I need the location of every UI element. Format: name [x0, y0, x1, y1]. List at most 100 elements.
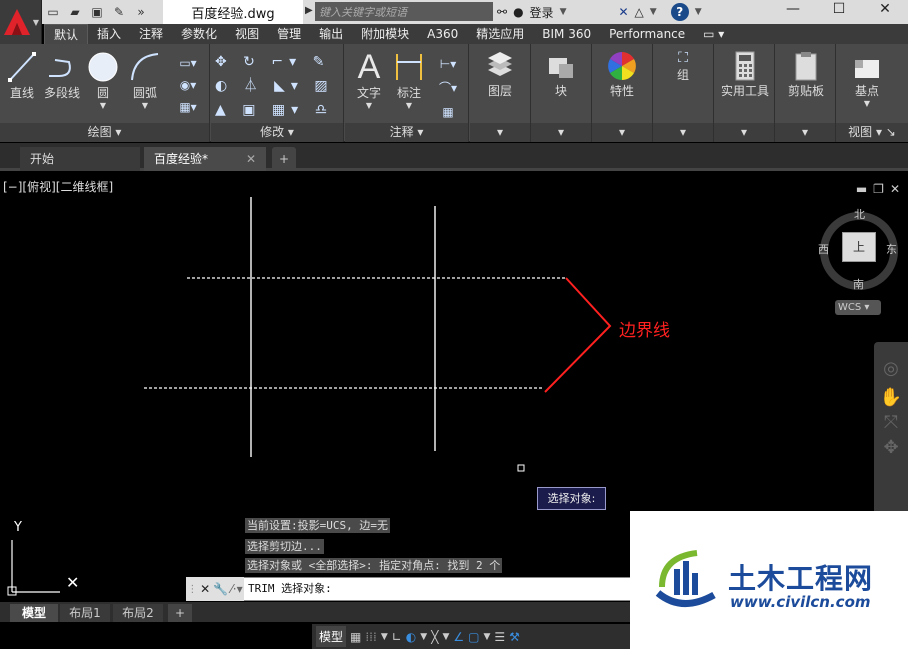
file-tab-start[interactable]: 开始: [20, 147, 140, 171]
chevron-down-icon[interactable]: ▼: [650, 7, 657, 17]
restore-icon[interactable]: ❐: [873, 182, 884, 196]
clipboard-button[interactable]: 剪贴板: [779, 50, 833, 99]
command-prompt-icon[interactable]: ⁄·▾: [231, 582, 243, 596]
save-as-icon[interactable]: ✎: [110, 4, 128, 20]
maximize-icon[interactable]: ☐: [816, 0, 862, 20]
chevron-down-icon[interactable]: ▼: [442, 632, 449, 642]
close-icon[interactable]: ✕: [200, 582, 210, 596]
line-button[interactable]: 直线: [4, 50, 40, 101]
wrench-icon[interactable]: 🔧: [213, 582, 228, 596]
view-panel-title[interactable]: 视图 ▾ ↘: [836, 123, 908, 142]
tab-manage[interactable]: 管理: [268, 24, 310, 44]
properties-panel-expand[interactable]: ▾: [592, 123, 652, 142]
steering-wheel-icon[interactable]: ◎: [874, 358, 908, 379]
chevron-down-icon[interactable]: ▼: [846, 99, 888, 108]
exchange-icon[interactable]: ✕: [618, 5, 628, 19]
chevron-down-icon[interactable]: ▼: [420, 632, 427, 642]
chevron-down-icon[interactable]: ▼: [695, 7, 702, 17]
polyline-button[interactable]: 多段线: [42, 50, 82, 101]
wcs-menu[interactable]: WCS ▾: [835, 300, 881, 315]
viewcube-east[interactable]: 东: [886, 241, 897, 257]
a360-icon[interactable]: △: [635, 5, 644, 19]
zoom-extents-icon[interactable]: ⤧: [874, 412, 908, 433]
modify-panel-title[interactable]: 修改 ▾: [211, 123, 343, 142]
annotation-panel-title[interactable]: 注释 ▾: [345, 123, 468, 142]
minimize-icon[interactable]: ▬: [856, 182, 867, 196]
chevron-down-icon[interactable]: ▼: [86, 101, 120, 110]
layout-tab-1[interactable]: 布局1: [60, 604, 110, 622]
tab-bim360[interactable]: BIM 360: [533, 24, 600, 44]
tab-default[interactable]: 默认: [44, 24, 89, 44]
circle-button[interactable]: 圆 ▼: [86, 50, 120, 110]
chevron-down-icon[interactable]: ▼: [381, 632, 388, 642]
chevron-down-icon[interactable]: ▼: [126, 101, 164, 110]
minimize-icon[interactable]: —: [770, 0, 816, 20]
layout-tab-model[interactable]: 模型: [10, 604, 58, 622]
group-button[interactable]: ⛶ 组: [661, 50, 705, 83]
add-layout-button[interactable]: +: [168, 604, 192, 622]
draw-panel-title[interactable]: 绘图 ▾: [0, 123, 209, 142]
pan-icon[interactable]: ✋: [874, 387, 908, 408]
polar-tracking-icon[interactable]: ◐: [406, 630, 416, 644]
snap-icon[interactable]: ⁞⁞⁞: [365, 630, 376, 644]
save-icon[interactable]: ▣: [88, 4, 106, 20]
open-folder-icon[interactable]: ▰: [66, 4, 84, 20]
search-input[interactable]: 键入关键字或短语: [315, 2, 493, 21]
ortho-icon[interactable]: ∟: [392, 630, 402, 644]
close-icon[interactable]: ✕: [890, 182, 900, 196]
viewport-controls-label[interactable]: [−][俯视][二维线框]: [3, 178, 113, 195]
tab-output[interactable]: 输出: [310, 24, 352, 44]
close-icon[interactable]: ✕: [246, 147, 256, 171]
annotation-small-tools[interactable]: ⊢▾ ⌒▾ ▦: [433, 52, 463, 124]
object-snap-tracking-icon[interactable]: ∠: [453, 630, 464, 644]
more-icon[interactable]: »: [132, 4, 150, 20]
new-file-icon[interactable]: ▭: [44, 4, 62, 20]
file-tab-current[interactable]: 百度经验* ✕: [144, 147, 266, 171]
layout-tab-2[interactable]: 布局2: [113, 604, 163, 622]
modify-tools[interactable]: ✥ ↻ ⌐▾ ✎ ◐ ⏃ ◣▾ ▨ ▲ ▣ ▦▾ ♎: [215, 50, 341, 122]
dimension-button[interactable]: 标注 ▼: [391, 50, 427, 110]
viewcube-north[interactable]: 北: [854, 206, 865, 222]
block-button[interactable]: 块: [539, 50, 583, 99]
tab-parametric[interactable]: 参数化: [172, 24, 226, 44]
utilities-button[interactable]: 实用工具: [716, 50, 774, 99]
layers-panel-expand[interactable]: ▾: [470, 123, 530, 142]
layers-button[interactable]: 图层: [478, 50, 522, 99]
viewcube-south[interactable]: 南: [853, 276, 864, 292]
tab-insert[interactable]: 插入: [88, 24, 130, 44]
orbit-icon[interactable]: ✥: [874, 437, 908, 458]
isodraft-icon[interactable]: ╳: [431, 630, 438, 644]
draw-small-tools[interactable]: ▭▾ ◉▾ ▦▾: [170, 52, 206, 118]
clipboard-panel-expand[interactable]: ▾: [775, 123, 835, 142]
tab-annotate[interactable]: 注释: [130, 24, 172, 44]
tab-view[interactable]: 视图: [226, 24, 268, 44]
object-snap-icon[interactable]: ▢: [468, 630, 479, 644]
close-icon[interactable]: ✕: [862, 0, 908, 20]
groups-panel-expand[interactable]: ▾: [653, 123, 713, 142]
model-space-button[interactable]: 模型: [316, 626, 347, 647]
block-panel-expand[interactable]: ▾: [531, 123, 591, 142]
drag-handle-icon[interactable]: ⋮: [187, 584, 197, 595]
viewcube-west[interactable]: 西: [818, 241, 829, 257]
grid-icon[interactable]: ▦: [350, 630, 361, 644]
binoculars-icon[interactable]: ⚯: [497, 5, 507, 19]
chevron-down-icon[interactable]: ▼: [483, 632, 490, 642]
tab-a360[interactable]: A360: [418, 24, 467, 44]
viewcube-top-face[interactable]: 上: [842, 232, 876, 262]
chevron-right-icon[interactable]: ▶: [305, 5, 313, 16]
base-button[interactable]: 基点 ▼: [846, 54, 888, 108]
application-menu-button[interactable]: ▼: [0, 0, 42, 44]
arc-button[interactable]: 圆弧 ▼: [126, 50, 164, 110]
new-tab-button[interactable]: +: [272, 147, 296, 171]
tab-addins[interactable]: 附加模块: [352, 24, 418, 44]
properties-button[interactable]: 特性: [600, 50, 644, 99]
ribbon-options-button[interactable]: ▭ ▾: [694, 24, 733, 44]
chevron-down-icon[interactable]: ▼: [560, 7, 567, 17]
chevron-down-icon[interactable]: ▼: [351, 101, 387, 110]
login-button[interactable]: 登录: [530, 4, 554, 21]
chevron-down-icon[interactable]: ▼: [391, 101, 427, 110]
tab-featured-apps[interactable]: 精选应用: [467, 24, 533, 44]
customization-icon[interactable]: ⚒: [509, 630, 520, 644]
utilities-panel-expand[interactable]: ▾: [714, 123, 774, 142]
lineweight-icon[interactable]: ☰: [494, 630, 505, 644]
